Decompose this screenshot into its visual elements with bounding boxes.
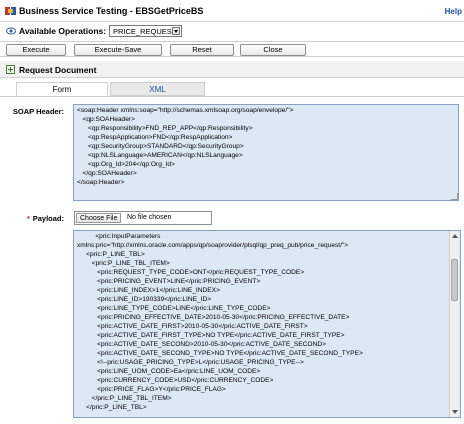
file-picker[interactable]: Choose File No file chosen	[74, 211, 212, 225]
execute-save-button[interactable]: Execute-Save	[74, 44, 162, 56]
scroll-thumb[interactable]	[451, 259, 458, 301]
xml-line: <pric:ACTIVE_DATE_SECOND>2010-05-30</pri…	[77, 341, 326, 348]
xml-line: <qp:SecurityGroup>STANDARD</qp:SecurityG…	[77, 143, 244, 150]
soap-header-textarea[interactable]: <soap:Header xmlns:soap="http://schemas.…	[73, 104, 459, 201]
close-button[interactable]: Close	[240, 44, 306, 56]
tab-form[interactable]: Form	[16, 82, 108, 96]
xml-line: <pric:ACTIVE_DATE_FIRST>2010-05-30</pric…	[77, 323, 308, 330]
request-tabs: Form XML	[0, 82, 464, 98]
reset-button[interactable]: Reset	[170, 44, 234, 56]
xml-line: <qp:NLSLanguage>AMERICAN</qp:NLSLanguage…	[77, 152, 243, 159]
xml-line: <pric:LINE_INDEX>1</pric:LINE_INDEX>	[77, 287, 220, 294]
operations-label: Available Operations:	[19, 26, 107, 36]
chevron-down-icon[interactable]	[172, 27, 180, 35]
scroll-up-arrow-icon[interactable]	[452, 234, 458, 238]
xml-line: <pric:P_LINE_TBL>	[77, 251, 145, 258]
xml-line: <qp:SOAHeader>	[77, 116, 135, 123]
payload-label: * Payload:	[6, 214, 64, 223]
xml-line: </pric:P_LINE_TBL_ITEM>	[77, 395, 172, 402]
choose-file-button[interactable]: Choose File	[76, 213, 122, 223]
action-toolbar: Execute Execute-Save Reset Close	[0, 41, 464, 57]
no-file-text: No file chosen	[127, 214, 172, 221]
xml-line: </soap:Header>	[77, 179, 125, 186]
payload-scrollbar[interactable]	[449, 231, 459, 417]
xml-line: xmlns:pric="http://xmlns.oracle.com/apps…	[77, 242, 349, 249]
title-bar: Business Service Testing - EBSGetPriceBS…	[0, 0, 464, 22]
payload-textarea[interactable]: <pric:InputParameters xmlns:pric="http://…	[73, 230, 461, 418]
resize-handle[interactable]	[451, 193, 458, 200]
operations-select[interactable]: PRICE_REQUEST	[109, 25, 182, 37]
request-document-header: Request Document	[0, 61, 464, 78]
tab-xml[interactable]: XML	[110, 82, 205, 96]
xml-line: <pric:PRICING_EVENT>LINE</pric:PRICING_E…	[77, 278, 261, 285]
xml-line: <qp:Responsibility>FND_REP_APP</qp:Respo…	[77, 125, 253, 132]
xml-line: <pric:ACTIVE_DATE_FIRST_TYPE>NO TYPE</pr…	[77, 332, 345, 339]
collapse-icon[interactable]	[6, 65, 15, 74]
xml-line: <qp:RespApplication>FND</qp:RespApplicat…	[77, 134, 233, 141]
scroll-down-arrow-icon[interactable]	[452, 410, 458, 414]
service-icon	[5, 7, 16, 15]
request-document-title: Request Document	[19, 65, 97, 75]
xml-line: <pric:LINE_UOM_CODE>Ea</pric:LINE_UOM_CO…	[77, 368, 261, 375]
xml-line: <pric:ACTIVE_DATE_SECOND_TYPE>NO TYPE</p…	[77, 350, 363, 357]
operations-row: Available Operations: PRICE_REQUEST	[0, 22, 464, 40]
xml-line: <!--pric:USAGE_PRICING_TYPE>L</pric:USAG…	[77, 359, 304, 366]
tab-divider	[0, 96, 464, 97]
operation-eye-icon	[6, 27, 16, 35]
xml-line: <pric:InputParameters	[77, 233, 161, 240]
payload-label-text: Payload:	[32, 214, 64, 223]
xml-line: <pric:LINE_ID>190339</pric:LINE_ID>	[77, 296, 212, 303]
window-title: Business Service Testing - EBSGetPriceBS	[19, 6, 204, 16]
xml-line: <pric:PRICE_FLAG>Y</pric:PRICE_FLAG>	[77, 386, 226, 393]
xml-line: <pric:PRICING_EFFECTIVE_DATE>2010-05-30<…	[77, 314, 350, 321]
execute-button[interactable]: Execute	[6, 44, 66, 56]
xml-line: <qp:Org_Id>204</qp:Org_Id>	[77, 161, 175, 168]
xml-line: <pric:P_LINE_TBL_ITEM>	[77, 260, 170, 267]
soap-header-label: SOAP Header:	[12, 107, 64, 116]
xml-line: <pric:REQUEST_TYPE_CODE>ONT</pric:REQUES…	[77, 269, 305, 276]
xml-line: <pric:CURRENCY_CODE>USD</pric:CURRENCY_C…	[77, 377, 274, 384]
help-link[interactable]: Help	[445, 7, 462, 16]
xml-line: </qp:SOAHeader>	[77, 170, 137, 177]
xml-line: </pric:P_LINE_TBL>	[77, 404, 147, 411]
required-mark: *	[26, 214, 30, 223]
xml-line: <pric:LINE_TYPE_CODE>LINE</pric:LINE_TYP…	[77, 305, 271, 312]
xml-line: <soap:Header xmlns:soap="http://schemas.…	[77, 107, 294, 114]
operations-selected-value: PRICE_REQUEST	[113, 27, 177, 36]
